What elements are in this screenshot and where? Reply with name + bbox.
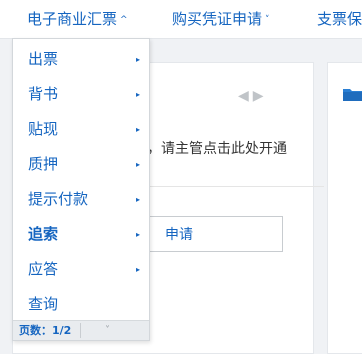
apply-button[interactable]: 申请 [147,216,283,252]
chevron-left-icon[interactable]: ◀ [238,88,253,104]
side-panel [327,62,362,354]
menu-item-payment-prompt[interactable]: 提示付款 ▸ [13,182,149,217]
menu-item-pledge[interactable]: 质押 ▸ [13,147,149,182]
chevron-right-icon: ▸ [135,55,140,64]
chevron-right-icon: ▸ [135,90,140,99]
folder-icon[interactable] [342,86,362,102]
menu-item-label: 追索 [28,225,59,243]
chevron-right-icon: ▸ [135,160,140,169]
top-nav: 电子商业汇票 ^ 购买凭证申请 ˅ 支票保 [0,0,362,39]
divider [80,323,81,338]
menu-item-query[interactable]: 查询 [13,287,149,322]
nav-label: 支票保 [317,10,362,28]
chevron-down-icon: ˅ [265,15,270,25]
nav-electronic-commercial-draft[interactable]: 电子商业汇票 ^ [27,0,128,38]
divider [147,186,324,187]
nav-label: 电子商业汇票 [27,10,118,28]
nav-label: 购买凭证申请 [172,10,263,28]
menu-pager: 页数：1/2 ˅ [13,320,149,340]
menu-item-label: 查询 [28,295,59,313]
menu-item-discount[interactable]: 贴现 ▸ [13,112,149,147]
dropdown-menu: 出票 ▸ 背书 ▸ 贴现 ▸ 质押 ▸ 提示付款 ▸ 追索 ▸ 应答 ▸ 查询 … [12,38,150,341]
chevron-right-icon: ▸ [135,195,140,204]
nav-voucher-purchase[interactable]: 购买凭证申请 ˅ [172,0,270,38]
chevron-up-icon: ^ [120,15,128,25]
page-indicator: 页数：1/2 [19,324,72,337]
chevron-right-icon[interactable]: ▶ [253,88,268,104]
chevron-right-icon: ▸ [135,265,140,274]
activation-notice[interactable]: ，请主管点击此处开通 [147,138,287,158]
menu-item-label: 贴现 [28,120,59,138]
menu-item-label: 提示付款 [28,190,89,208]
next-page-icon[interactable]: ˅ [105,321,110,340]
menu-item-response[interactable]: 应答 ▸ [13,252,149,287]
menu-item-recourse[interactable]: 追索 ▸ [13,217,149,252]
chevron-right-icon: ▸ [135,230,140,239]
menu-item-endorse[interactable]: 背书 ▸ [13,77,149,112]
menu-item-issue[interactable]: 出票 ▸ [13,42,149,77]
menu-item-label: 背书 [28,85,59,103]
menu-item-label: 质押 [28,155,59,173]
nav-cheque-protection[interactable]: 支票保 [317,0,362,38]
chevron-right-icon: ▸ [135,125,140,134]
menu-item-label: 应答 [28,260,59,278]
menu-item-label: 出票 [28,50,59,68]
carousel-arrows[interactable]: ◀▶ [238,88,268,104]
